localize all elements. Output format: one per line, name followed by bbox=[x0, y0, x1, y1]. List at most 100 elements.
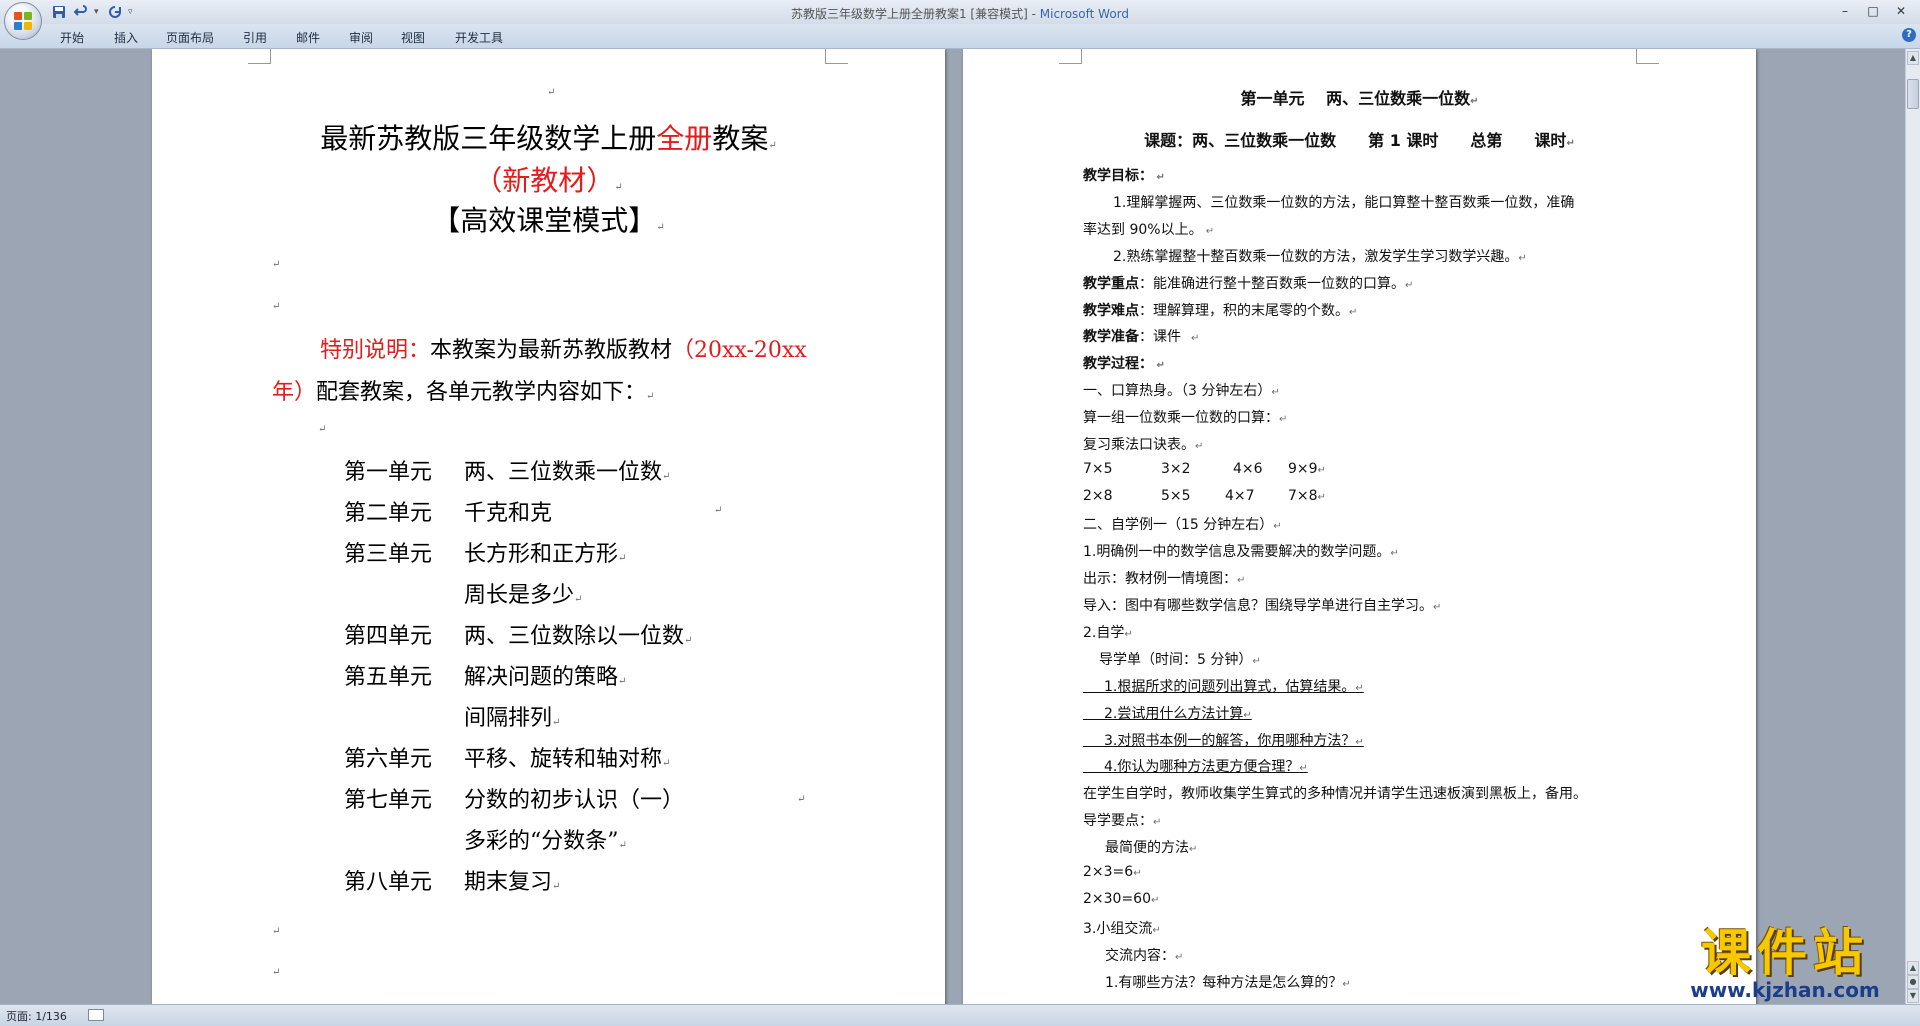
document-title: 最新苏教版三年级数学上册全册教案↵ bbox=[320, 122, 777, 155]
next-page-icon[interactable]: ▼ bbox=[1907, 989, 1919, 1003]
paragraph-mark: ↵ bbox=[318, 424, 327, 435]
tab-insert[interactable]: 插入 bbox=[114, 29, 138, 46]
step-2c: 导入：图中有哪些数学信息？围绕导学单进行自主学习。↵ bbox=[1083, 598, 1442, 614]
browse-object-icon[interactable]: ● bbox=[1907, 975, 1919, 989]
paragraph-mark: ↵ bbox=[272, 259, 281, 270]
page-1[interactable]: ↵ 最新苏教版三年级数学上册全册教案↵ （新教材）↵ 【高效课堂模式】↵ ↵ ↵… bbox=[152, 49, 945, 1004]
office-logo-icon bbox=[14, 12, 32, 30]
unit-item: 第二单元 bbox=[344, 501, 433, 526]
undo-icon[interactable] bbox=[72, 4, 90, 20]
step-3a: 交流内容：↵ bbox=[1105, 948, 1184, 964]
customize-icon[interactable]: ▿ bbox=[128, 5, 136, 19]
preparation: 教学准备：课件 ↵ bbox=[1083, 329, 1200, 345]
unit-item: 第四单元 bbox=[344, 624, 433, 649]
redo-icon[interactable] bbox=[106, 4, 124, 20]
unit-topic: 间隔排列↵ bbox=[464, 706, 561, 731]
step-3b: 1.有哪些方法？每种方法是怎么算的？↵ bbox=[1105, 975, 1351, 991]
special-note-line1: 特别说明：本教案为最新苏教版教材（20xx-20xx bbox=[320, 338, 807, 363]
page-indicator[interactable]: 页面: 1/136 bbox=[6, 1008, 67, 1024]
quick-access-toolbar: ▾ ▿ bbox=[50, 3, 136, 21]
document-workspace: ↵ 最新苏教版三年级数学上册全册教案↵ （新教材）↵ 【高效课堂模式】↵ ↵ ↵… bbox=[0, 49, 1906, 1004]
step-2g: 导学要点：↵ bbox=[1083, 813, 1162, 829]
step-2: 二、自学例一（15 分钟左右）↵ bbox=[1083, 517, 1282, 533]
close-button[interactable]: ✕ bbox=[1888, 2, 1914, 20]
unit-topic: 平移、旋转和轴对称↵ bbox=[464, 747, 671, 772]
window-title: 苏教版三年级数学上册全册教案1 [兼容模式] - Microsoft Word bbox=[790, 7, 1130, 21]
paragraph-mark: ↵ bbox=[797, 794, 806, 805]
lesson-heading: 课题：两、三位数乘一位数 第 1 课时 总第 课时↵ bbox=[1144, 131, 1575, 150]
ribbon-tabs: 开始 插入 页面布局 引用 邮件 审阅 视图 开发工具 ? bbox=[0, 24, 1920, 49]
guide-question: 2.尝试用什么方法计算↵ bbox=[1104, 706, 1252, 722]
step-2a: 1.明确例一中的数学信息及需要解决的数学问题。↵ bbox=[1083, 544, 1399, 560]
window-controls: – □ ✕ bbox=[1832, 2, 1914, 20]
calc-cell: 7×5 bbox=[1083, 461, 1113, 477]
unit-topic: 解决问题的策略↵ bbox=[464, 665, 627, 690]
unit-item: 第五单元 bbox=[344, 665, 433, 690]
guide-question: 4.你认为哪种方法更方便合理？↵ bbox=[1104, 759, 1308, 775]
vertical-scrollbar[interactable]: ▲ ▲ ● ▼ bbox=[1905, 49, 1920, 1004]
crop-mark bbox=[1059, 49, 1082, 64]
help-icon[interactable]: ? bbox=[1902, 28, 1916, 42]
minimize-button[interactable]: – bbox=[1832, 2, 1858, 20]
unit-item: 第八单元 bbox=[344, 870, 433, 895]
calc-cell: 4×7 bbox=[1225, 488, 1255, 504]
unit-item: 第一单元 bbox=[344, 460, 433, 485]
unit-item: 第七单元 bbox=[344, 788, 433, 813]
paragraph-mark: ↵ bbox=[272, 967, 281, 978]
calc-cell: 2×8 bbox=[1083, 488, 1113, 504]
goal-label: 教学目标： ↵ bbox=[1083, 168, 1165, 184]
paragraph-mark: ↵ bbox=[272, 926, 281, 937]
calc-cell: 3×2 bbox=[1161, 461, 1191, 477]
step-2h: 最简便的方法↵ bbox=[1105, 840, 1198, 856]
document-mode: 【高效课堂模式】↵ bbox=[432, 204, 665, 237]
previous-page-icon[interactable]: ▲ bbox=[1907, 961, 1919, 975]
goal-1: 1.理解掌握两、三位数乘一位数的方法，能口算整十整百数乘一位数，准确 bbox=[1113, 195, 1575, 211]
step-2e: 导学单（时间：5 分钟）↵ bbox=[1099, 652, 1261, 668]
goal-2: 2.熟练掌握整十整百数乘一位数的方法，激发学生学习数学兴趣。↵ bbox=[1113, 249, 1527, 265]
calc-cell: 7×8↵ bbox=[1288, 488, 1326, 504]
page-2[interactable]: 第一单元 两、三位数乘一位数↵ 课题：两、三位数乘一位数 第 1 课时 总第 课… bbox=[963, 49, 1756, 1004]
calc-cell: 9×9↵ bbox=[1288, 461, 1326, 477]
title-bar: 苏教版三年级数学上册全册教案1 [兼容模式] - Microsoft Word … bbox=[0, 0, 1920, 24]
step-3: 3.小组交流↵ bbox=[1083, 921, 1161, 937]
crop-mark bbox=[248, 49, 271, 64]
tab-developer[interactable]: 开发工具 bbox=[455, 29, 503, 46]
undo-dropdown-icon[interactable]: ▾ bbox=[94, 5, 102, 19]
save-icon[interactable] bbox=[50, 4, 68, 20]
key-point: 教学重点：能准确进行整十整百数乘一位数的口算。↵ bbox=[1083, 276, 1414, 292]
proofing-icon[interactable] bbox=[88, 1009, 104, 1021]
document-subtitle: （新教材）↵ bbox=[474, 164, 623, 197]
watermark-logo: 课件站 www.kjzhan.com bbox=[1690, 924, 1880, 1002]
unit-topic: 长方形和正方形↵ bbox=[464, 542, 627, 567]
paragraph-mark: ↵ bbox=[272, 301, 281, 312]
tab-page-layout[interactable]: 页面布局 bbox=[166, 29, 214, 46]
step-1a: 算一组一位数乘一位数的口算：↵ bbox=[1083, 410, 1288, 426]
calc-cell: 4×6 bbox=[1233, 461, 1263, 477]
tab-references[interactable]: 引用 bbox=[243, 29, 267, 46]
scroll-up-icon[interactable]: ▲ bbox=[1907, 51, 1919, 65]
scroll-thumb[interactable] bbox=[1907, 79, 1919, 109]
guide-question: 3.对照书本例一的解答，你用哪种方法？↵ bbox=[1104, 733, 1364, 749]
equation: 2×3=6↵ bbox=[1083, 864, 1142, 880]
calc-cell: 5×5 bbox=[1161, 488, 1191, 504]
tab-mailings[interactable]: 邮件 bbox=[296, 29, 320, 46]
tab-home[interactable]: 开始 bbox=[60, 29, 84, 46]
unit-topic: 千克和克 bbox=[464, 501, 553, 526]
unit-topic: 多彩的“分数条”↵ bbox=[464, 829, 627, 854]
goal-1-cont: 率达到 90%以上。 ↵ bbox=[1083, 222, 1215, 238]
unit-topic: 分数的初步认识（一） bbox=[464, 788, 685, 813]
unit-heading: 第一单元 两、三位数乘一位数↵ bbox=[1240, 89, 1479, 108]
process-label: 教学过程： ↵ bbox=[1083, 356, 1165, 372]
office-button[interactable] bbox=[4, 2, 42, 40]
paragraph-mark: ↵ bbox=[547, 87, 556, 98]
tab-review[interactable]: 审阅 bbox=[349, 29, 373, 46]
paragraph-mark: ↵ bbox=[714, 505, 723, 516]
unit-topic: 期末复习↵ bbox=[464, 870, 561, 895]
equation: 2×30=60↵ bbox=[1083, 891, 1160, 907]
guide-question: 1.根据所求的问题列出算式，估算结果。↵ bbox=[1104, 679, 1364, 695]
status-bar: 页面: 1/136 bbox=[0, 1004, 1920, 1026]
maximize-button[interactable]: □ bbox=[1860, 2, 1886, 20]
crop-mark bbox=[1636, 49, 1659, 64]
tab-view[interactable]: 视图 bbox=[401, 29, 425, 46]
step-1b: 复习乘法口诀表。↵ bbox=[1083, 437, 1204, 453]
